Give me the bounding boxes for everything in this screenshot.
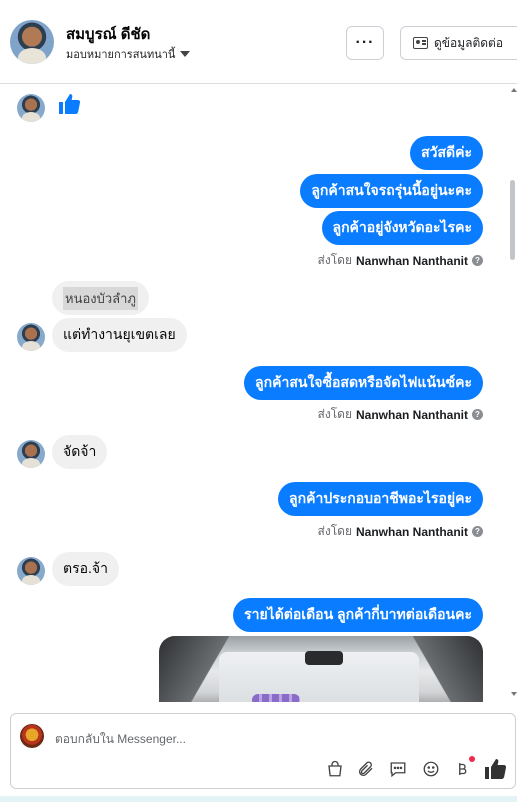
view-contact-info-label: ดูข้อมูลติดต่อ <box>434 35 504 50</box>
like-icon[interactable] <box>483 757 507 781</box>
outgoing-photo-attachment[interactable] <box>159 636 483 702</box>
outgoing-message[interactable]: ลูกค้าอยู่จังหวัดอะไรคะ <box>321 211 483 245</box>
contact-avatar[interactable] <box>10 20 54 64</box>
caret-down-icon <box>180 51 191 57</box>
contact-avatar-small <box>17 323 45 351</box>
scrollbar-thumb[interactable] <box>510 180 515 260</box>
sent-by-prefix: ส่งโดย <box>317 524 352 538</box>
like-thumbs-up-icon <box>59 94 81 114</box>
scroll-up-arrow-icon[interactable] <box>511 88 517 92</box>
more-options-label: ··· <box>355 34 375 51</box>
contact-card-icon <box>413 37 428 49</box>
sent-by-agent: Nanwhan Nanthanit <box>355 524 468 539</box>
bottom-strip <box>0 796 517 802</box>
sent-by-label: ส่งโดย Nanwhan Nanthanit ? <box>318 522 483 541</box>
help-icon[interactable]: ? <box>472 409 483 420</box>
more-options-button[interactable]: ··· <box>346 26 384 60</box>
notification-dot <box>469 756 475 762</box>
contact-name[interactable]: สมบูรณ์ ดีชัด <box>66 22 150 46</box>
car-pillar-right <box>413 636 483 702</box>
contact-avatar-small <box>17 440 45 468</box>
scroll-down-arrow-icon[interactable] <box>511 692 517 696</box>
assign-conversation-dropdown[interactable]: มอบหมายการสนทนานี้ <box>66 45 191 63</box>
car-pillar-left <box>159 636 229 702</box>
saved-reply-icon[interactable] <box>387 758 409 780</box>
contact-avatar-small <box>17 557 45 585</box>
outgoing-message[interactable]: สวัสดีค่ะ <box>410 136 483 170</box>
incoming-message[interactable]: แต่ทำงานยุเขตเลย <box>52 318 187 352</box>
view-contact-info-button[interactable]: ดูข้อมูลติดต่อ <box>400 26 517 60</box>
incoming-message[interactable]: จัดจ้า <box>52 435 108 469</box>
message-thread[interactable]: สวัสดีค่ะ ลูกค้าสนใจรถรุ่นนี้อยู่นะคะ ลู… <box>0 84 517 702</box>
quoted-text: หนองบัวลำภู <box>63 286 138 310</box>
sent-by-agent: Nanwhan Nanthanit <box>355 253 468 268</box>
reply-input[interactable]: ตอบกลับใน Messenger... <box>55 730 186 749</box>
sent-by-prefix: ส่งโดย <box>317 253 352 267</box>
outgoing-message[interactable]: รายได้ต่อเดือน ลูกค้ากี่บาทต่อเดือนคะ <box>233 598 483 632</box>
dashboard-beads <box>252 694 300 702</box>
incoming-message[interactable]: ตรอ.จ้า <box>52 552 119 586</box>
sent-by-prefix: ส่งโดย <box>317 407 352 421</box>
sent-by-label: ส่งโดย Nanwhan Nanthanit ? <box>318 251 483 270</box>
help-icon[interactable]: ? <box>472 526 483 537</box>
emoji-icon[interactable] <box>420 758 442 780</box>
outgoing-message[interactable]: ลูกค้าสนใจซื้อสดหรือจัดไฟแน้นซ์คะ <box>244 366 483 400</box>
outgoing-message[interactable]: ลูกค้าประกอบอาชีพอะไรอยู่คะ <box>278 482 483 516</box>
quoted-message[interactable]: หนองบัวลำภู <box>52 281 149 315</box>
assign-label: มอบหมายการสนทนานี้ <box>66 49 176 61</box>
sent-by-label: ส่งโดย Nanwhan Nanthanit ? <box>318 405 483 424</box>
sent-by-agent: Nanwhan Nanthanit <box>355 407 468 422</box>
paperclip-icon[interactable] <box>355 758 377 780</box>
rearview-mirror <box>305 651 343 665</box>
page-avatar-icon <box>20 724 44 748</box>
conversation-header: สมบูรณ์ ดีชัด มอบหมายการสนทนานี้ ··· ดูข… <box>0 0 517 84</box>
outgoing-message[interactable]: ลูกค้าสนใจรถรุ่นนี้อยู่นะคะ <box>300 174 483 208</box>
contact-avatar-small <box>17 94 45 122</box>
bag-icon[interactable] <box>324 758 346 780</box>
help-icon[interactable]: ? <box>472 255 483 266</box>
reply-composer[interactable]: ตอบกลับใน Messenger... <box>10 713 516 789</box>
